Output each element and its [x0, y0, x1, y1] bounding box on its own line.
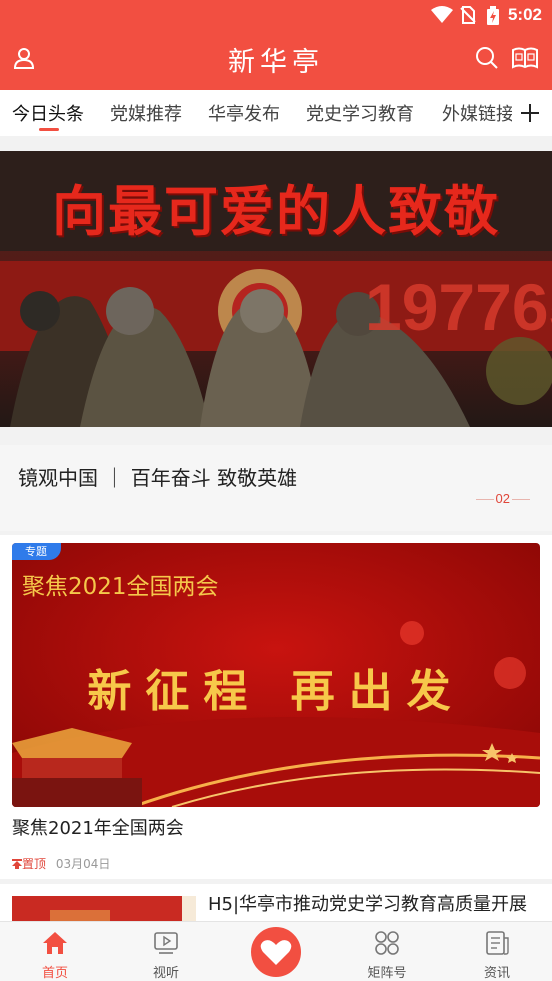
video-play-icon: [154, 932, 178, 954]
banner-caption-text: 镜观中国 ｜ 百年奋斗 致敬英雄: [18, 466, 298, 490]
home-icon: [43, 932, 67, 954]
nav-matrix-label: 矩阵号: [367, 966, 407, 981]
news-document-icon: [486, 931, 509, 955]
list-item[interactable]: H5|华亭市推动党史学习教育高质量开展: [0, 884, 552, 924]
pin-text: 置顶: [22, 857, 47, 871]
app-header: 5:02 新华亭: [0, 0, 552, 90]
tab-dangshi[interactable]: 党史学习教育: [306, 100, 414, 126]
banner-headline: 向最可爱的人致敬: [52, 180, 500, 243]
feature-card[interactable]: 聚焦2021全国两会 新征程 再出发 专题 聚焦2021年全国两会 置顶 03月…: [0, 535, 552, 879]
nav-home[interactable]: 首页: [15, 922, 95, 981]
newspaper-icon[interactable]: [511, 44, 539, 72]
banner-caption[interactable]: 镜观中国 ｜ 百年奋斗 致敬英雄 02: [0, 445, 552, 531]
tab-waimei[interactable]: 外媒链接: [442, 100, 514, 126]
nav-news-label: 资讯: [483, 966, 510, 981]
add-channel-button[interactable]: [512, 90, 548, 136]
banner-page-indicator: 02: [476, 491, 530, 506]
nav-video[interactable]: 视听: [126, 922, 206, 981]
active-tab-indicator: [39, 128, 59, 131]
wifi-icon: [431, 6, 453, 23]
feature-image-slogan: 新征程 再出发: [87, 666, 465, 717]
channel-tabs: 今日头条 党媒推荐 华亭发布 党史学习教育 外媒链接: [0, 90, 552, 136]
app-root: 5:02 新华亭 今日头条 党媒推荐 华亭发布 党史学习教育 外媒链接 向最可爱…: [0, 0, 552, 981]
search-icon[interactable]: [473, 44, 501, 72]
nav-matrix[interactable]: 矩阵号: [347, 922, 427, 981]
tab-huating[interactable]: 华亭发布: [208, 100, 280, 126]
list-item-title: H5|华亭市推动党史学习教育高质量开展: [208, 894, 528, 915]
nav-news[interactable]: 资讯: [457, 922, 537, 981]
banner-number: 197765: [365, 270, 552, 344]
tab-dangmei[interactable]: 党媒推荐: [110, 100, 182, 126]
no-sim-icon: [460, 6, 476, 24]
matrix-grid-icon: [375, 931, 399, 955]
app-title: 新华亭: [228, 47, 324, 78]
pin-label: 置顶: [12, 857, 50, 871]
battery-charging-icon: [487, 6, 499, 25]
heart-icon: [260, 940, 292, 965]
feature-card-meta: 置顶 03月04日: [12, 855, 110, 872]
feature-card-date: 03月04日: [55, 857, 111, 871]
list-item-thumbnail: [12, 896, 196, 924]
feature-image-heading: 聚焦2021全国两会: [22, 574, 219, 600]
nav-video-label: 视听: [152, 966, 179, 981]
status-time: 5:02: [507, 5, 542, 24]
topic-badge: 专题: [12, 543, 61, 560]
tab-toutiao[interactable]: 今日头条: [12, 100, 84, 126]
nav-home-label: 首页: [41, 966, 68, 981]
center-heart-button[interactable]: [248, 924, 304, 980]
banner-image[interactable]: 向最可爱的人致敬 197765: [0, 151, 552, 427]
status-bar: 5:02: [0, 0, 552, 30]
page-number: 02: [495, 491, 510, 506]
pin-icon: [12, 859, 22, 869]
feature-card-image: 聚焦2021全国两会 新征程 再出发: [12, 543, 540, 807]
feature-card-title: 聚焦2021年全国两会: [12, 818, 184, 839]
